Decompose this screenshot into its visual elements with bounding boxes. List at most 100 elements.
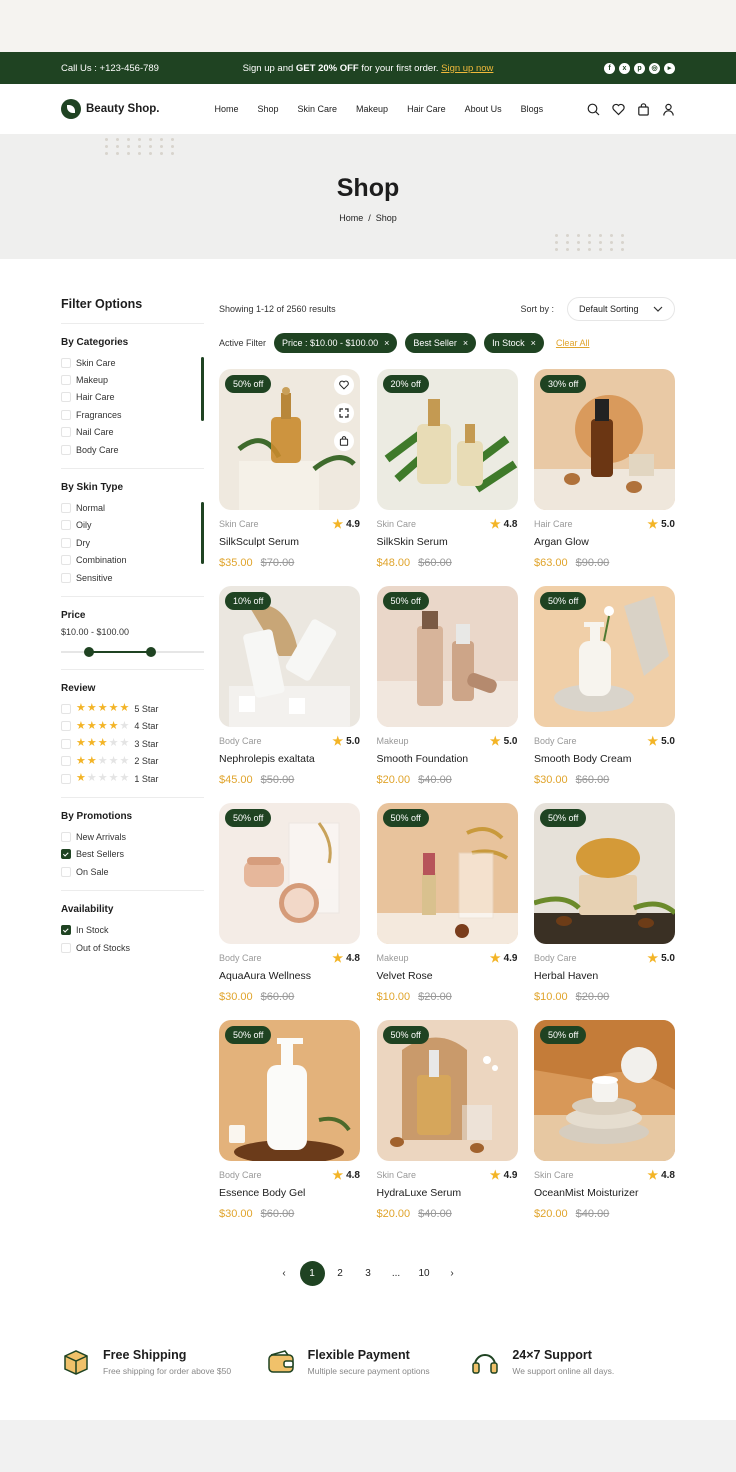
logo[interactable]: Beauty Shop. bbox=[61, 99, 159, 119]
product-thumbnail[interactable]: 10% off bbox=[219, 586, 360, 727]
category-makeup[interactable]: Makeup bbox=[61, 371, 204, 388]
categories-scrollbar[interactable] bbox=[201, 357, 204, 421]
product-card[interactable]: 30% off Hair Care ★ 5.0 Argan Glow $63.00… bbox=[534, 369, 675, 570]
product-thumbnail[interactable]: 50% off bbox=[376, 803, 518, 944]
filter-chip-in-stock[interactable]: In Stock × bbox=[484, 333, 544, 353]
filter-chip-price[interactable]: Price : $10.00 - $100.00 × bbox=[274, 333, 398, 353]
category-fragrances[interactable]: Fragrances bbox=[61, 406, 204, 423]
bag-icon[interactable] bbox=[637, 102, 650, 116]
expand-icon[interactable] bbox=[334, 403, 354, 423]
product-card[interactable]: 10% off Body Care ★ 5.0 Nephrolepis exalt… bbox=[219, 586, 360, 787]
skin-type-sensitive[interactable]: Sensitive bbox=[61, 569, 204, 586]
skin-type-scrollbar[interactable] bbox=[201, 502, 204, 565]
page-2[interactable]: 2 bbox=[328, 1261, 353, 1286]
review-3-star[interactable]: ★ ★ ★ ★ ★ 3 Star bbox=[61, 735, 204, 752]
product-name[interactable]: Herbal Haven bbox=[534, 970, 675, 982]
nav-hair-care[interactable]: Hair Care bbox=[407, 104, 446, 114]
checkbox[interactable] bbox=[61, 357, 71, 368]
product-card[interactable]: 50% off Body Care ★ 5.0 Herbal Haven $10.… bbox=[534, 803, 675, 1004]
checkbox[interactable] bbox=[61, 520, 71, 531]
checkbox[interactable] bbox=[61, 537, 71, 548]
product-card[interactable]: 50% off Skin Care ★ 4.9 HydraLuxe Serum $… bbox=[376, 1020, 518, 1221]
review-5-star[interactable]: ★ ★ ★ ★ ★ 5 Star bbox=[61, 700, 204, 717]
breadcrumb-home[interactable]: Home bbox=[339, 213, 363, 223]
user-icon[interactable] bbox=[662, 103, 675, 116]
checkbox[interactable] bbox=[61, 427, 71, 438]
nav-about-us[interactable]: About Us bbox=[465, 104, 502, 114]
review-1-star[interactable]: ★ ★ ★ ★ ★ 1 Star bbox=[61, 770, 204, 787]
promotion-new-arrivals[interactable]: New Arrivals bbox=[61, 828, 204, 845]
nav-shop[interactable]: Shop bbox=[258, 104, 279, 114]
checkbox[interactable] bbox=[61, 409, 71, 420]
skin-type-normal[interactable]: Normal bbox=[61, 499, 204, 516]
skin-type-oily[interactable]: Oily bbox=[61, 517, 204, 534]
product-card[interactable]: 50% off Makeup ★ 4.9 Velvet Rose $10.00 $… bbox=[376, 803, 518, 1004]
checkbox[interactable] bbox=[61, 756, 71, 767]
product-card[interactable]: 50% off Body Care ★ 4.8 AquaAura Wellness… bbox=[219, 803, 360, 1004]
filter-chip-best-seller[interactable]: Best Seller × bbox=[405, 333, 477, 353]
product-thumbnail[interactable]: 20% off bbox=[376, 369, 518, 510]
skin-type-dry[interactable]: Dry bbox=[61, 534, 204, 551]
product-card[interactable]: 50% off Skin Care ★ 4.8 OceanMist Moistur… bbox=[534, 1020, 675, 1221]
category-hair-care[interactable]: Hair Care bbox=[61, 389, 204, 406]
youtube-icon[interactable]: ▸ bbox=[664, 62, 675, 74]
product-thumbnail[interactable]: 50% off bbox=[534, 803, 675, 944]
add-to-bag-icon[interactable] bbox=[334, 431, 354, 451]
product-name[interactable]: Velvet Rose bbox=[377, 970, 518, 982]
availability-out-of-stocks[interactable]: Out of Stocks bbox=[61, 939, 204, 956]
product-name[interactable]: AquaAura Wellness bbox=[219, 970, 360, 982]
product-thumbnail[interactable]: 30% off bbox=[534, 369, 675, 510]
product-card[interactable]: 50% off Body Care ★ 5.0 Smooth Body Cream… bbox=[534, 586, 675, 787]
search-icon[interactable] bbox=[587, 103, 600, 116]
product-name[interactable]: SilkSkin Serum bbox=[377, 536, 518, 548]
close-icon[interactable]: × bbox=[531, 338, 536, 348]
product-card[interactable]: 20% off Skin Care ★ 4.8 SilkSkin Serum $4… bbox=[376, 369, 518, 570]
checkbox[interactable] bbox=[61, 721, 71, 732]
product-thumbnail[interactable]: 50% off bbox=[534, 1020, 675, 1161]
slider-max-handle[interactable] bbox=[146, 647, 157, 658]
product-name[interactable]: Nephrolepis exaltata bbox=[219, 753, 360, 765]
heart-icon[interactable] bbox=[612, 103, 625, 116]
availability-in-stock[interactable]: In Stock bbox=[61, 921, 204, 938]
checkbox-checked[interactable] bbox=[61, 849, 71, 860]
product-name[interactable]: OceanMist Moisturizer bbox=[534, 1187, 675, 1199]
x-icon[interactable]: x bbox=[619, 62, 630, 74]
checkbox[interactable] bbox=[61, 444, 71, 455]
product-thumbnail[interactable]: 50% off bbox=[219, 1020, 360, 1161]
product-name[interactable]: Smooth Body Cream bbox=[534, 753, 675, 765]
facebook-icon[interactable]: f bbox=[604, 62, 615, 74]
pinterest-icon[interactable]: p bbox=[634, 62, 645, 74]
nav-home[interactable]: Home bbox=[214, 104, 238, 114]
checkbox[interactable] bbox=[61, 866, 71, 877]
product-card[interactable]: 50% off Skin Care ★ 4.9 SilkSculpt Serum … bbox=[219, 369, 360, 570]
close-icon[interactable]: × bbox=[384, 338, 389, 348]
category-skin-care[interactable]: Skin Care bbox=[61, 354, 204, 371]
nav-blogs[interactable]: Blogs bbox=[521, 104, 544, 114]
review-2-star[interactable]: ★ ★ ★ ★ ★ 2 Star bbox=[61, 752, 204, 769]
pagination-next[interactable]: › bbox=[440, 1261, 465, 1286]
product-name[interactable]: Smooth Foundation bbox=[377, 753, 518, 765]
close-icon[interactable]: × bbox=[463, 338, 468, 348]
product-thumbnail[interactable]: 50% off bbox=[219, 803, 360, 944]
checkbox[interactable] bbox=[61, 942, 71, 953]
instagram-icon[interactable]: ◎ bbox=[649, 62, 660, 74]
product-name[interactable]: Argan Glow bbox=[534, 536, 675, 548]
product-thumbnail[interactable]: 50% off bbox=[376, 586, 518, 727]
review-4-star[interactable]: ★ ★ ★ ★ ★ 4 Star bbox=[61, 718, 204, 735]
nav-makeup[interactable]: Makeup bbox=[356, 104, 388, 114]
product-name[interactable]: HydraLuxe Serum bbox=[377, 1187, 518, 1199]
checkbox[interactable] bbox=[61, 738, 71, 749]
price-slider[interactable] bbox=[61, 645, 204, 659]
category-body-care[interactable]: Body Care bbox=[61, 441, 204, 458]
clear-all-link[interactable]: Clear All bbox=[556, 338, 590, 348]
product-card[interactable]: 50% off Body Care ★ 4.8 Essence Body Gel … bbox=[219, 1020, 360, 1221]
product-name[interactable]: Essence Body Gel bbox=[219, 1187, 360, 1199]
checkbox[interactable] bbox=[61, 703, 71, 714]
nav-skin-care[interactable]: Skin Care bbox=[298, 104, 338, 114]
page-1[interactable]: 1 bbox=[299, 1261, 325, 1286]
checkbox[interactable] bbox=[61, 375, 71, 386]
sort-select[interactable]: Default Sorting bbox=[567, 297, 675, 321]
checkbox[interactable] bbox=[61, 572, 71, 583]
product-thumbnail[interactable]: 50% off bbox=[219, 369, 360, 510]
product-thumbnail[interactable]: 50% off bbox=[376, 1020, 518, 1161]
